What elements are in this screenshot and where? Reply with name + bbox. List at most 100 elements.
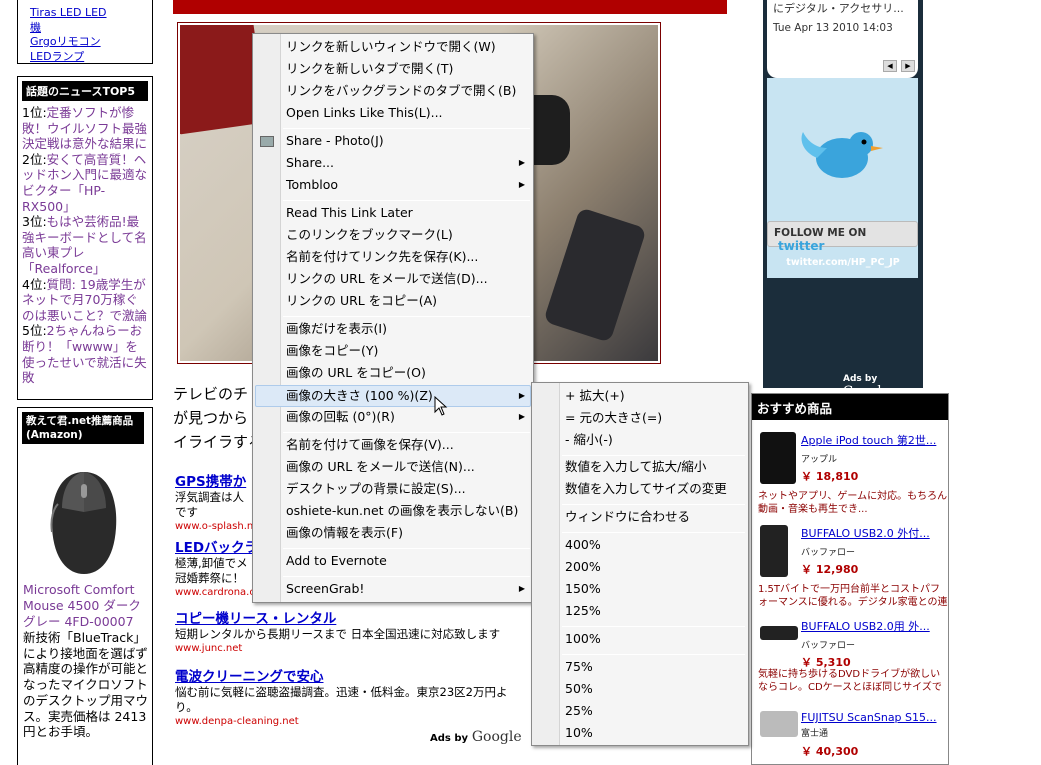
twitter-widget: にデジタル・アクセサリ... Tue Apr 13 2010 14:03 ◀ ▶… — [763, 0, 923, 399]
menu-open-new-window[interactable]: リンクを新しいウィンドウで開く(W) — [286, 36, 496, 58]
menu-gutter — [532, 383, 560, 745]
ad-url[interactable]: www.denpa-cleaning.net — [175, 716, 515, 727]
menu-zoom-200[interactable]: 200% — [565, 556, 601, 578]
menu-copy-image[interactable]: 画像をコピー(Y) — [286, 340, 378, 362]
menu-set-desktop-background[interactable]: デスクトップの背景に設定(S)... — [286, 478, 466, 500]
menu-view-image-info[interactable]: 画像の情報を表示(F) — [286, 522, 403, 544]
amazon-header: 教えて君.net推薦商品(Amazon) — [22, 412, 144, 444]
product-maker: 富士通 — [801, 729, 829, 739]
link-grgo-remote[interactable]: Grgoリモコン — [18, 35, 152, 50]
ad-item[interactable]: コピー機リース・レンタル 短期レンタルから長期リースまで 日本全国迅速に対応致し… — [175, 607, 515, 654]
menu-add-to-evernote[interactable]: Add to Evernote — [286, 550, 387, 572]
prev-arrow-icon[interactable]: ◀ — [883, 60, 897, 72]
menu-copy-image-url[interactable]: 画像の URL をコピー(O) — [286, 362, 426, 384]
menu-original-size[interactable]: = 元の大きさ(=) — [565, 407, 662, 429]
menu-zoom-150[interactable]: 150% — [565, 578, 601, 600]
menu-share[interactable]: Share... — [286, 152, 334, 174]
follow-me-button[interactable]: FOLLOW ME ON twitter — [767, 221, 918, 253]
menu-tombloo[interactable]: Tombloo — [286, 174, 338, 196]
menu-block-images[interactable]: oshiete-kun.net の画像を表示しない(B) — [286, 500, 518, 522]
menu-read-later[interactable]: Read This Link Later — [286, 202, 413, 224]
menu-open-background-tab[interactable]: リンクをバックグランドのタブで開く(B) — [286, 80, 516, 102]
menu-email-image-url[interactable]: 画像の URL をメールで送信(N)... — [286, 456, 475, 478]
menu-zoom-50[interactable]: 50% — [565, 678, 593, 700]
article-line: テレビのチ — [173, 385, 249, 403]
product-image[interactable] — [760, 525, 788, 577]
menu-screengrab[interactable]: ScreenGrab! — [286, 578, 364, 600]
news-item[interactable]: 1位:定番ソフトが惨敗！ウイルソフト最強決定戦は意外な結果に — [18, 105, 152, 152]
menu-zoom-400[interactable]: 400% — [565, 534, 601, 556]
menu-zoom-by-number[interactable]: 数値を入力して拡大/縮小 — [565, 456, 706, 478]
submenu-arrow-icon: ▶ — [518, 158, 525, 167]
news-rank: 3位: — [22, 214, 47, 230]
next-arrow-icon[interactable]: ▶ — [901, 60, 915, 72]
submenu-arrow-icon: ▶ — [518, 584, 525, 593]
ads-by-google[interactable]: Ads by Google — [430, 729, 522, 745]
share-photo-icon — [260, 136, 274, 147]
follow-label: FOLLOW ME ON — [774, 227, 867, 239]
menu-zoom-out[interactable]: - 縮小(-) — [565, 429, 613, 451]
news-top5-box: 話題のニュースTOP5 1位:定番ソフトが惨敗！ウイルソフト最強決定戦は意外な結… — [17, 76, 153, 400]
news-item[interactable]: 2位:安くて高音質！ヘッドホン入門に最適なビクター「HP-RX500」 — [18, 152, 152, 214]
twitter-bird-icon — [801, 132, 883, 178]
amazon-recommend-box: 教えて君.net推薦商品(Amazon) Microsoft Comfort M… — [17, 407, 153, 765]
menu-share-photo[interactable]: Share - Photo(J) — [286, 130, 384, 152]
product-name[interactable]: FUJITSU ScanSnap S15... — [801, 711, 937, 724]
product-maker: バッファロー — [801, 641, 856, 651]
product-name[interactable]: BUFFALO USB2.0 外付... — [801, 525, 930, 541]
tweet-panel: にデジタル・アクセサリ... Tue Apr 13 2010 14:03 ◀ ▶ — [767, 0, 918, 78]
menu-zoom-125[interactable]: 125% — [565, 600, 601, 622]
twitter-wordmark: twitter — [778, 239, 825, 253]
menu-separator — [562, 532, 745, 533]
menu-zoom-75[interactable]: 75% — [565, 656, 593, 678]
menu-save-link-as[interactable]: 名前を付けてリンク先を保存(K)... — [286, 246, 478, 268]
menu-fit-window[interactable]: ウィンドウに合わせる — [565, 506, 690, 528]
link-led-lamp[interactable]: LEDランプ — [18, 50, 152, 65]
menu-copy-link-url[interactable]: リンクの URL をコピー(A) — [286, 290, 437, 312]
menu-email-link-url[interactable]: リンクの URL をメールで送信(D)... — [286, 268, 488, 290]
mouse-image[interactable] — [44, 468, 124, 578]
menu-bookmark-link[interactable]: このリンクをブックマーク(L) — [286, 224, 453, 246]
link-tiras-led[interactable]: Tiras LED LED — [18, 6, 152, 21]
context-menu: リンクを新しいウィンドウで開く(W) リンクを新しいタブで開く(T) リンクをバ… — [252, 33, 534, 603]
news-rank: 4位: — [22, 276, 47, 292]
product-image[interactable] — [760, 711, 798, 737]
menu-separator — [283, 128, 530, 129]
product-image[interactable] — [760, 626, 798, 640]
menu-open-new-tab[interactable]: リンクを新しいタブで開く(T) — [286, 58, 453, 80]
mouse-cursor-icon — [434, 396, 448, 416]
ads-by-label: Ads by — [843, 374, 878, 384]
product-image[interactable] — [760, 432, 796, 484]
ad-item[interactable]: 電波クリーニングで安心 悩む前に気軽に盗聴盗撮調査。迅速・低料金。東京23区2万… — [175, 665, 515, 727]
news-rank: 5位: — [22, 323, 47, 339]
ad-title[interactable]: 電波クリーニングで安心 — [175, 665, 515, 685]
menu-separator — [562, 626, 745, 627]
product-name[interactable]: Apple iPod touch 第2世... — [801, 432, 936, 448]
ad-title[interactable]: コピー機リース・レンタル — [175, 607, 515, 627]
menu-image-size[interactable]: 画像の大きさ (100 %)(Z) — [286, 385, 433, 407]
menu-separator — [283, 432, 530, 433]
product-maker: バッファロー — [801, 548, 856, 558]
menu-view-image[interactable]: 画像だけを表示(I) — [286, 318, 387, 340]
product-price: ￥ 18,810 — [801, 470, 859, 483]
menu-resize-by-number[interactable]: 数値を入力してサイズの変更 — [565, 478, 727, 500]
amazon-product-title[interactable]: Microsoft Comfort Mouse 4500 ダークグレー 4FD-… — [23, 582, 149, 630]
menu-save-image-as[interactable]: 名前を付けて画像を保存(V)... — [286, 434, 454, 456]
ad-url[interactable]: www.junc.net — [175, 643, 515, 654]
news-item[interactable]: 5位:2ちゃんねらーお断り！「wwww」を使ったせいで就活に失敗 — [18, 323, 152, 385]
product-name[interactable]: BUFFALO USB2.0用 外... — [801, 618, 930, 634]
menu-zoom-in[interactable]: + 拡大(+) — [565, 385, 625, 407]
product-desc: ネットやアプリ、ゲームに対応。もちろん動画・音楽も再生でき... — [758, 491, 948, 515]
menu-open-links-like-this[interactable]: Open Links Like This(L)... — [286, 102, 443, 124]
news-rank: 1位: — [22, 105, 47, 120]
news-item[interactable]: 3位:もはや芸術品!最強キーボードとして名高い東プレ「Realforce」 — [18, 214, 152, 276]
menu-zoom-10[interactable]: 10% — [565, 722, 593, 744]
menu-zoom-25[interactable]: 25% — [565, 700, 593, 722]
menu-image-rotate[interactable]: 画像の回転 (0°)(R) — [286, 406, 395, 428]
news-item[interactable]: 4位:質問: 19歳学生がネットで月70万稼ぐのは悪いこと？で激論 — [18, 277, 152, 324]
link-ki[interactable]: 機 — [18, 21, 152, 36]
menu-zoom-100[interactable]: 100% — [565, 628, 601, 650]
top-links-box: Tiras LED LED 機 Grgoリモコン LEDランプ — [17, 0, 153, 64]
article-title-banner — [173, 0, 727, 14]
twitter-handle[interactable]: twitter.com/HP_PC_JP — [763, 257, 923, 268]
